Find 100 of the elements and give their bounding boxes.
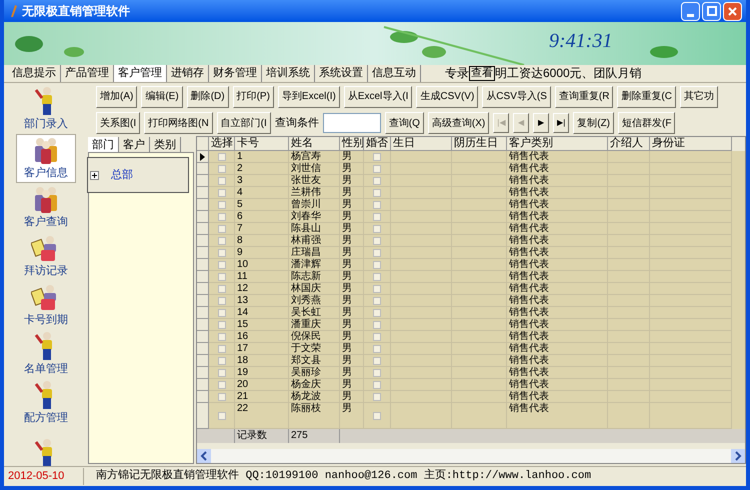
row-indicator-cell[interactable] bbox=[197, 223, 209, 235]
sidebar-item[interactable]: 卡号到期 bbox=[16, 281, 76, 330]
sidebar-item[interactable]: 客户查询 bbox=[16, 183, 76, 232]
select-checkbox[interactable] bbox=[218, 164, 226, 172]
expand-icon[interactable] bbox=[90, 170, 99, 180]
toolbar-button[interactable]: 从Excel导入(I bbox=[344, 86, 412, 108]
row-indicator-cell[interactable] bbox=[197, 343, 209, 355]
query-input-field[interactable] bbox=[322, 113, 381, 133]
record-nav-button[interactable]: ▶ bbox=[533, 113, 550, 133]
married-checkbox[interactable] bbox=[373, 200, 381, 208]
row-indicator-cell[interactable] bbox=[197, 199, 209, 211]
select-checkbox[interactable] bbox=[218, 308, 226, 316]
select-checkbox[interactable] bbox=[218, 272, 226, 280]
married-checkbox[interactable] bbox=[373, 152, 381, 160]
select-checkbox[interactable] bbox=[218, 260, 226, 268]
toolbar-button[interactable]: 短信群发(F bbox=[618, 112, 676, 134]
tree-node[interactable]: 总部 bbox=[111, 166, 133, 184]
married-checkbox[interactable] bbox=[373, 332, 381, 340]
select-checkbox[interactable] bbox=[218, 344, 226, 352]
married-checkbox[interactable] bbox=[373, 236, 381, 244]
married-checkbox[interactable] bbox=[373, 224, 381, 232]
row-indicator-cell[interactable] bbox=[197, 403, 209, 429]
row-indicator-cell[interactable] bbox=[197, 331, 209, 343]
sidebar-item[interactable]: 部门录入 bbox=[16, 85, 76, 134]
row-indicator-cell[interactable] bbox=[197, 295, 209, 307]
married-checkbox[interactable] bbox=[373, 368, 381, 376]
married-checkbox[interactable] bbox=[373, 308, 381, 316]
toolbar-button[interactable]: 编辑(E) bbox=[141, 86, 183, 108]
married-checkbox[interactable] bbox=[373, 176, 381, 184]
select-checkbox[interactable] bbox=[218, 236, 226, 244]
select-checkbox[interactable] bbox=[218, 212, 226, 220]
row-indicator-cell[interactable] bbox=[197, 259, 209, 271]
select-checkbox[interactable] bbox=[218, 176, 226, 184]
select-checkbox[interactable] bbox=[218, 200, 226, 208]
scroll-right-icon[interactable] bbox=[731, 449, 745, 463]
ticker-view-button[interactable]: 查看 bbox=[469, 66, 495, 80]
toolbar-button[interactable]: 高级查询(X) bbox=[428, 112, 490, 134]
select-checkbox[interactable] bbox=[218, 380, 226, 388]
record-nav-button[interactable]: ▶| bbox=[553, 113, 570, 133]
married-checkbox[interactable] bbox=[373, 320, 381, 328]
maximize-button[interactable] bbox=[702, 2, 721, 20]
toolbar-button[interactable]: 其它功 bbox=[680, 86, 718, 108]
minimize-button[interactable] bbox=[681, 2, 700, 20]
row-indicator-cell[interactable] bbox=[197, 175, 209, 187]
horizontal-scrollbar[interactable] bbox=[197, 449, 745, 463]
toolbar-button[interactable]: 导到Excel(I) bbox=[278, 86, 340, 108]
married-checkbox[interactable] bbox=[373, 392, 381, 400]
toolbar-button[interactable]: 打印网络图(N bbox=[144, 112, 213, 134]
sidebar-item[interactable]: 客户信息 bbox=[16, 134, 76, 183]
toolbar-button[interactable]: 复制(Z) bbox=[573, 112, 614, 134]
toolbar-button[interactable]: 自立部门(I bbox=[216, 112, 271, 134]
row-indicator-cell[interactable] bbox=[197, 151, 209, 163]
panel-tab[interactable]: 部门 bbox=[88, 137, 119, 152]
row-indicator-cell[interactable] bbox=[197, 379, 209, 391]
select-checkbox[interactable] bbox=[218, 152, 226, 160]
select-checkbox[interactable] bbox=[218, 296, 226, 304]
menu-tab[interactable]: 客户管理 bbox=[114, 65, 167, 82]
toolbar-button[interactable]: 从CSV导入(S bbox=[482, 86, 551, 108]
toolbar-button[interactable]: 生成CSV(V) bbox=[416, 86, 478, 108]
married-checkbox[interactable] bbox=[373, 212, 381, 220]
select-checkbox[interactable] bbox=[218, 356, 226, 364]
scroll-left-icon[interactable] bbox=[197, 449, 211, 463]
row-indicator-cell[interactable] bbox=[197, 391, 209, 403]
select-checkbox[interactable] bbox=[218, 320, 226, 328]
row-indicator-cell[interactable] bbox=[197, 355, 209, 367]
select-checkbox[interactable] bbox=[218, 224, 226, 232]
sidebar-item[interactable]: 拜访记录 bbox=[16, 232, 76, 281]
row-indicator-cell[interactable] bbox=[197, 211, 209, 223]
select-checkbox[interactable] bbox=[218, 248, 226, 256]
row-indicator-cell[interactable] bbox=[197, 307, 209, 319]
married-checkbox[interactable] bbox=[373, 164, 381, 172]
select-checkbox[interactable] bbox=[218, 284, 226, 292]
select-checkbox[interactable] bbox=[218, 392, 226, 400]
row-indicator-cell[interactable] bbox=[197, 247, 209, 259]
row-indicator-cell[interactable] bbox=[197, 367, 209, 379]
select-checkbox[interactable] bbox=[218, 412, 226, 420]
row-indicator-cell[interactable] bbox=[197, 271, 209, 283]
sidebar-item[interactable]: 配方管理 bbox=[16, 379, 76, 428]
toolbar-button[interactable]: 打印(P) bbox=[232, 86, 274, 108]
select-checkbox[interactable] bbox=[218, 332, 226, 340]
select-checkbox[interactable] bbox=[218, 368, 226, 376]
married-checkbox[interactable] bbox=[373, 296, 381, 304]
toolbar-button[interactable]: 查询(Q bbox=[384, 112, 424, 134]
married-checkbox[interactable] bbox=[373, 188, 381, 196]
married-checkbox[interactable] bbox=[373, 272, 381, 280]
row-indicator-cell[interactable] bbox=[197, 319, 209, 331]
toolbar-button[interactable]: 查询重复(R bbox=[554, 86, 614, 108]
married-checkbox[interactable] bbox=[373, 284, 381, 292]
select-checkbox[interactable] bbox=[218, 188, 226, 196]
row-indicator-cell[interactable] bbox=[197, 283, 209, 295]
married-checkbox[interactable] bbox=[373, 356, 381, 364]
row-indicator-cell[interactable] bbox=[197, 235, 209, 247]
toolbar-button[interactable]: 删除(D) bbox=[186, 86, 229, 108]
toolbar-button[interactable]: 关系图(I bbox=[96, 112, 140, 134]
married-checkbox[interactable] bbox=[373, 248, 381, 256]
married-checkbox[interactable] bbox=[373, 344, 381, 352]
toolbar-button[interactable]: 增加(A) bbox=[96, 86, 138, 108]
toolbar-button[interactable]: 删除重复(C bbox=[617, 86, 676, 108]
married-checkbox[interactable] bbox=[373, 260, 381, 268]
married-checkbox[interactable] bbox=[373, 380, 381, 388]
